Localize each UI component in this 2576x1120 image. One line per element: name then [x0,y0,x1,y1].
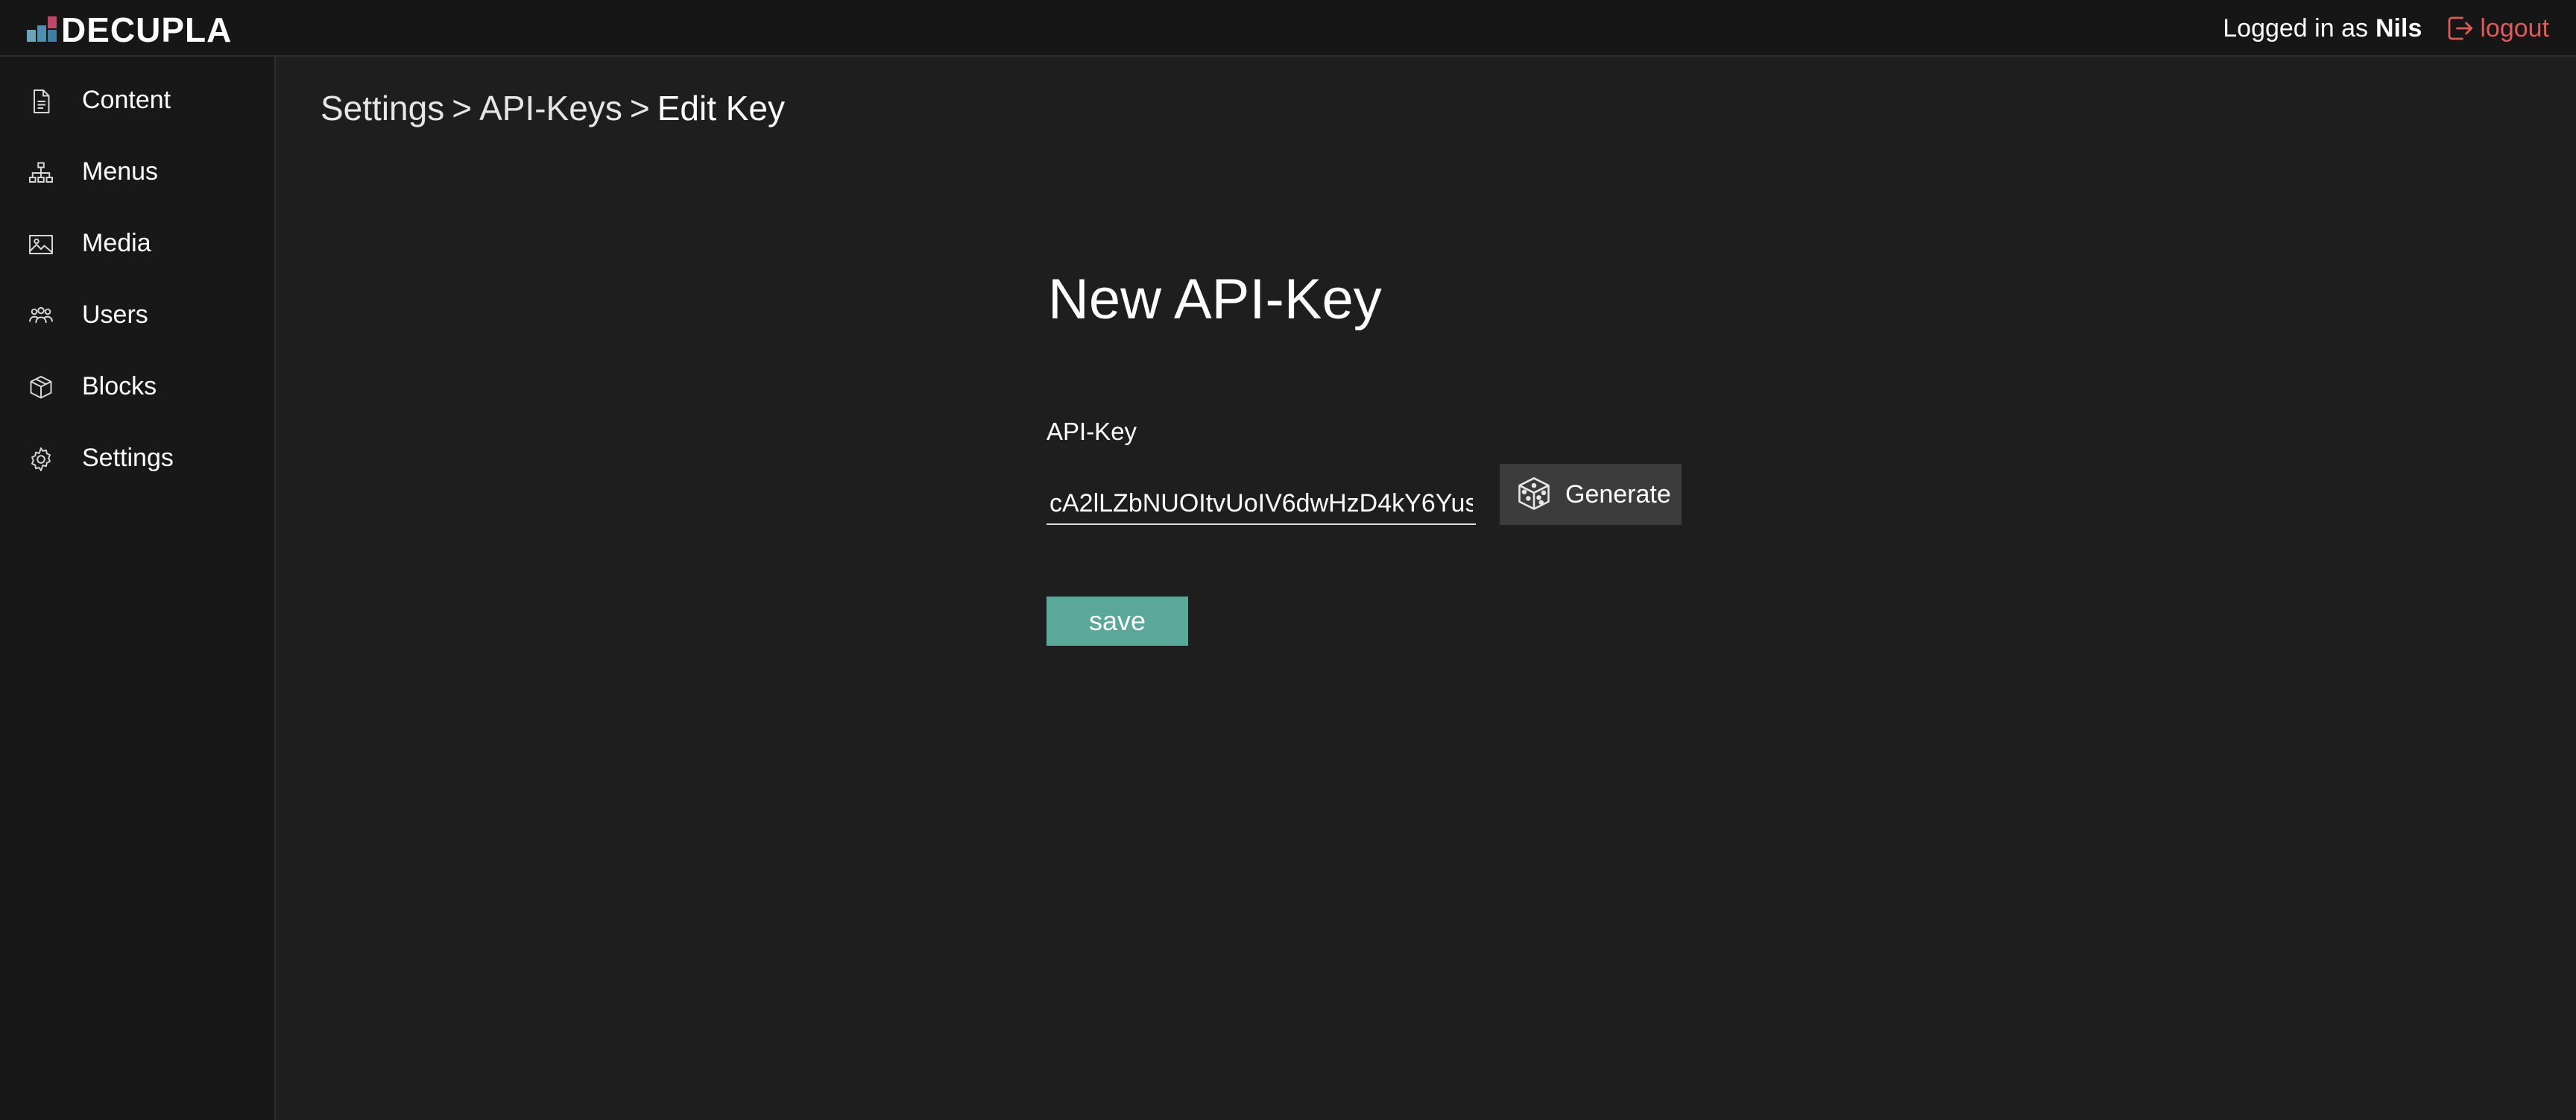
generate-label: Generate [1565,479,1671,509]
sidebar-item-label: Blocks [82,372,157,400]
generate-button[interactable]: Generate [1500,464,1682,525]
document-icon [34,89,50,113]
sidebar: Content Menus Media Users Blocks Setting… [0,57,276,1120]
sidebar-item-label: Settings [82,444,174,472]
page-title: New API-Key [1048,268,1382,331]
user-area: Logged in as Nils logout [2223,9,2549,48]
dice-icon [1518,477,1550,510]
sidebar-item-media[interactable]: Media [0,218,274,270]
sidebar-item-label: Content [82,86,171,114]
brand-name: DECUPLA [61,10,233,49]
top-bar: DECUPLA Logged in as Nils logout [0,0,2576,57]
api-key-input[interactable] [1046,483,1476,525]
logout-button[interactable]: logout [2444,13,2549,44]
sidebar-item-settings[interactable]: Settings [0,432,274,485]
logout-icon [2448,16,2473,40]
cube-icon [30,376,52,399]
breadcrumb-current: Edit Key [657,89,786,128]
breadcrumb-api-keys[interactable]: API-Keys [479,89,622,128]
save-button[interactable]: save [1046,597,1188,646]
sidebar-item-label: Media [82,229,151,257]
api-key-label: API-Key [1046,418,1137,445]
sidebar-item-label: Menus [82,157,159,186]
gear-icon [31,447,51,471]
logged-in-prefix: Logged in as [2223,13,2368,43]
logout-label: logout [2480,13,2549,43]
users-icon [29,306,53,324]
image-icon [29,235,53,254]
sidebar-item-blocks[interactable]: Blocks [0,361,274,413]
sidebar-item-label: Users [82,301,148,329]
breadcrumb-separator: > [452,89,473,128]
sidebar-item-menus[interactable]: Menus [0,146,274,198]
sitemap-icon [29,162,53,183]
breadcrumb-separator: > [629,89,650,128]
user-name: Nils [2375,13,2422,43]
sidebar-item-users[interactable]: Users [0,289,274,342]
breadcrumb-settings[interactable]: Settings [321,89,444,128]
brand-logo[interactable]: DECUPLA [27,10,233,49]
logo-mark-icon [27,15,58,45]
breadcrumb: Settings > API-Keys > Edit Key [321,88,785,128]
sidebar-item-content[interactable]: Content [0,75,274,127]
